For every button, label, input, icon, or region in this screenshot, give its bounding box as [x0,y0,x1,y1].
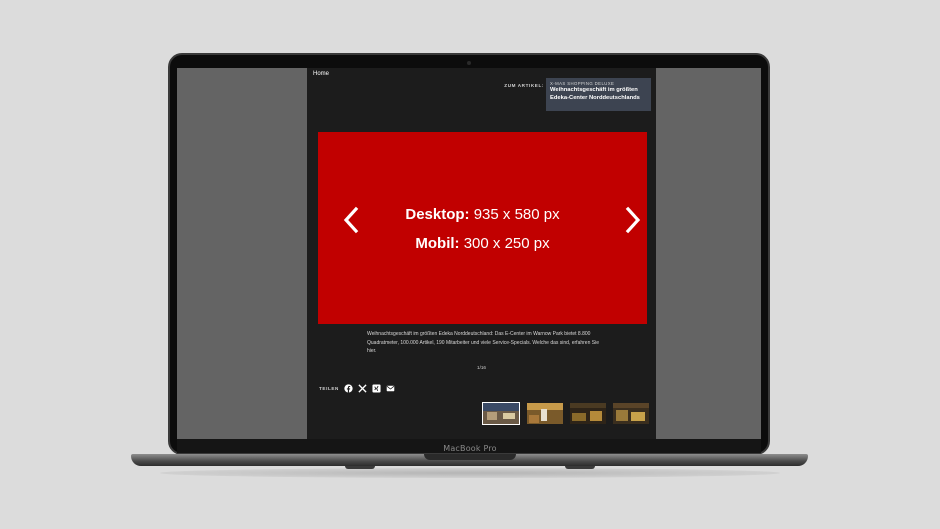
gallery-caption: Weihnachtsgeschäft im größten Edeka Nord… [367,331,599,355]
thumbnail-3[interactable] [570,403,606,424]
gallery-counter: 1/16 [477,365,486,370]
x-icon[interactable] [358,384,367,393]
ad-desktop-size: 935 x 580 px [473,206,560,223]
article-title: Weihnachtsgeschäft im größten Edeka-Cent… [550,87,640,101]
device-label: MacBook Pro [443,444,497,453]
ad-desktop-label: Desktop: [405,206,470,223]
thumbnail-2[interactable] [527,403,563,424]
laptop-screen: Home ZUM ARTIKEL: X-MAS SHOPPING DELUXE … [177,68,761,439]
home-link[interactable]: Home [313,71,329,77]
ad-mobile-label: Mobil: [415,235,460,252]
ad-placeholder[interactable]: Desktop: 935 x 580 px Mobil: 300 x 250 p… [318,132,647,324]
article-link[interactable]: X-MAS SHOPPING DELUXE Weihnachtsgeschäft… [546,78,651,111]
laptop-shadow [160,468,780,478]
chevron-right-icon[interactable] [624,205,642,235]
ad-mobile-size: 300 x 250 px [463,235,550,252]
website-panel: Home ZUM ARTIKEL: X-MAS SHOPPING DELUXE … [307,68,656,439]
laptop-notch [424,454,516,460]
laptop-foot-left [345,466,375,469]
xing-icon[interactable] [372,384,381,393]
ad-desktop-line: Desktop: 935 x 580 px [318,206,647,223]
article-kicker: X-MAS SHOPPING DELUXE [550,81,615,86]
zum-artikel-label: ZUM ARTIKEL: [504,83,544,88]
facebook-icon[interactable] [344,384,353,393]
share-label: TEILEN [319,386,339,391]
thumbnail-4[interactable] [613,403,649,424]
ad-mobile-line: Mobil: 300 x 250 px [318,235,647,252]
camera-icon [467,61,471,65]
laptop-foot-right [565,466,595,469]
thumbnail-1[interactable] [482,402,520,425]
mail-icon[interactable] [386,384,395,393]
